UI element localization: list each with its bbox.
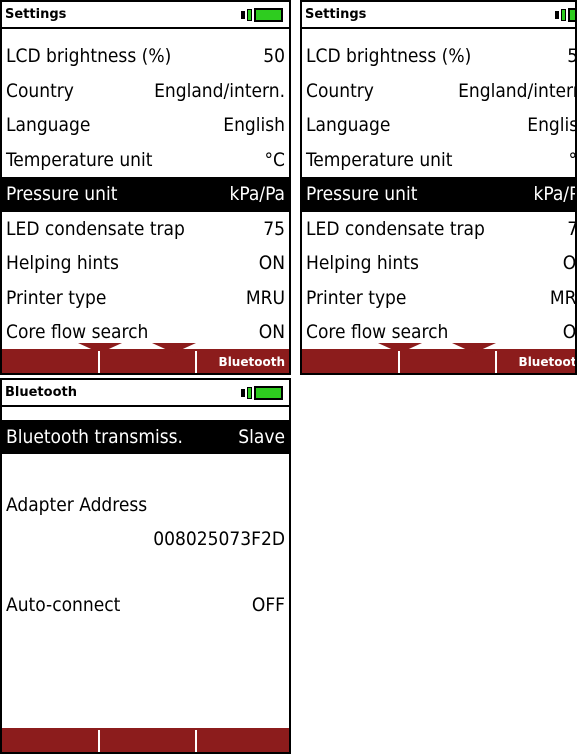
- softkey-2[interactable]: [398, 351, 495, 373]
- auto-connect-row[interactable]: Auto-connect OFF: [2, 588, 289, 622]
- setting-value: °C: [568, 148, 577, 171]
- adapter-address-label: Adapter Address: [6, 494, 148, 516]
- adapter-address-value-row: 008025073F2D: [2, 522, 289, 556]
- softkey-1[interactable]: [2, 730, 98, 752]
- screen-title: Settings: [5, 7, 67, 22]
- setting-row-language[interactable]: Language English: [302, 108, 575, 143]
- setting-row-language[interactable]: Language English: [2, 108, 289, 143]
- setting-value: English: [223, 114, 285, 136]
- settings-screen: Settings LCD brightness (%) 50 Country Eng…: [0, 0, 291, 375]
- setting-row-country[interactable]: Country England/intern.: [302, 74, 575, 109]
- setting-row-pressure-unit[interactable]: Pressure unit kPa/Pa: [2, 177, 289, 212]
- setting-value: kPa/Pa: [229, 183, 285, 205]
- softkey-2[interactable]: [98, 351, 195, 373]
- title-bar: Bluetooth: [2, 380, 289, 407]
- setting-label: Helping hints: [6, 252, 119, 274]
- bluetooth-screen: Bluetooth Bluetooth transmiss. Slave Ada…: [0, 378, 291, 754]
- softkey-2[interactable]: [98, 730, 195, 752]
- battery-icon: [241, 386, 283, 400]
- setting-row-core-flow-search[interactable]: Core flow searchON: [2, 315, 289, 350]
- setting-row-lcd-brightness[interactable]: LCD brightness (%) 50: [2, 39, 289, 74]
- setting-label: Bluetooth transmiss.: [6, 426, 183, 448]
- setting-value: MRU: [549, 286, 577, 309]
- bluetooth-softkey[interactable]: Bluetooth: [495, 351, 575, 373]
- screen-title: Bluetooth: [5, 385, 77, 400]
- setting-row-lcd-brightness[interactable]: LCD brightness (%) 50: [302, 39, 575, 74]
- settings-list: LCD brightness (%) 50 Country England/inte…: [2, 39, 289, 350]
- screen-title: Settings: [305, 7, 367, 22]
- setting-row-temperature-unit[interactable]: Temperature unit °C: [2, 143, 289, 178]
- bluetooth-transmission-row[interactable]: Bluetooth transmiss. Slave: [2, 420, 289, 454]
- setting-label: Temperature unit: [6, 148, 153, 171]
- setting-value: kPa/Pa: [533, 183, 575, 205]
- softkey-bar: [2, 728, 289, 752]
- adapter-address-label-row: Adapter Address: [2, 488, 289, 522]
- softkey-bar: Bluetooth: [2, 343, 289, 373]
- setting-row-helping-hints[interactable]: Helping hints ON: [2, 246, 289, 281]
- setting-value: 50: [263, 45, 285, 67]
- setting-row-temperature-unit[interactable]: Temperature unit °C: [302, 143, 575, 178]
- title-bar: Settings: [302, 2, 575, 29]
- setting-value: ON: [258, 252, 285, 274]
- setting-value: 50: [567, 39, 575, 73]
- setting-label: LED condensate trap: [306, 217, 485, 240]
- setting-value: °C: [264, 148, 285, 171]
- setting-value: England/intern.: [154, 79, 285, 102]
- setting-label: Helping hints: [306, 252, 419, 274]
- setting-row-led-condensate-trap[interactable]: LED condensate trap 75: [2, 212, 289, 247]
- setting-label: Country: [6, 79, 74, 102]
- setting-row-core-flow-search[interactable]: Core flow searchON: [302, 315, 575, 350]
- adapter-address-value: 008025073F2D: [153, 528, 285, 550]
- setting-row-printer-type[interactable]: Printer type MRU: [2, 281, 289, 316]
- setting-label: LED condensate trap: [6, 217, 185, 240]
- setting-value: Slave: [238, 426, 285, 448]
- softkey-bar: Bluetooth: [302, 343, 575, 373]
- title-bar: Settings: [2, 2, 289, 29]
- setting-row-printer-type[interactable]: Printer type MRU: [302, 281, 575, 316]
- setting-value: 75: [263, 217, 285, 240]
- bluetooth-softkey[interactable]: Bluetooth: [195, 351, 289, 373]
- setting-label: Pressure unit: [6, 183, 118, 205]
- settings-screen-copy: Settings LCD brightness (%) 50 Country Eng…: [300, 0, 577, 375]
- setting-row-helping-hints[interactable]: Helping hints ON: [302, 246, 575, 281]
- setting-row-led-condensate-trap[interactable]: LED condensate trap 75: [302, 212, 575, 247]
- softkey-1[interactable]: [302, 351, 398, 373]
- battery-icon: [241, 8, 283, 22]
- setting-value: ON: [562, 321, 577, 343]
- setting-value: ON: [562, 252, 577, 274]
- setting-label: Auto-connect: [6, 594, 121, 616]
- setting-label: Pressure unit: [306, 183, 418, 205]
- setting-value: English: [527, 114, 575, 136]
- setting-label: Printer type: [6, 286, 107, 309]
- battery-icon: [555, 8, 575, 22]
- softkey-1[interactable]: [2, 351, 98, 373]
- setting-row-pressure-unit[interactable]: Pressure unit kPa/Pa: [302, 177, 575, 212]
- softkey-3[interactable]: [195, 730, 289, 752]
- setting-value: ON: [258, 321, 285, 343]
- bluetooth-settings: Bluetooth transmiss. Slave Adapter Addre…: [2, 420, 289, 622]
- setting-label: Language: [306, 114, 391, 136]
- settings-list: LCD brightness (%) 50 Country England/inte…: [302, 39, 575, 350]
- setting-value: MRU: [245, 286, 285, 309]
- setting-label: LCD brightness (%): [6, 45, 172, 67]
- setting-label: Country: [306, 79, 374, 102]
- setting-value: 75: [567, 212, 575, 246]
- setting-value: England/intern.: [458, 79, 577, 102]
- setting-label: Temperature unit: [306, 148, 453, 171]
- setting-label: LCD brightness (%): [306, 45, 472, 67]
- setting-label: Language: [6, 114, 91, 136]
- setting-value: OFF: [251, 594, 285, 616]
- setting-label: Printer type: [306, 286, 407, 309]
- setting-row-country[interactable]: Country England/intern.: [2, 74, 289, 109]
